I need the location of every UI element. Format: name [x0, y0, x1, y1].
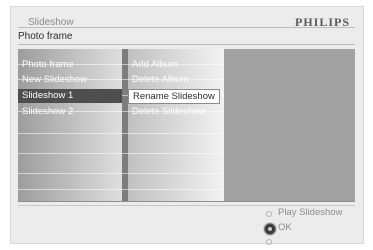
- row-divider: [18, 133, 224, 134]
- play-slideshow-hint: Play Slideshow: [278, 207, 343, 218]
- ok-hint: OK: [278, 222, 292, 233]
- menu-item-slideshow-1[interactable]: Slideshow 1: [18, 89, 122, 103]
- nav-up-indicator-icon: [266, 211, 272, 217]
- breadcrumb: Photo frame: [18, 31, 73, 42]
- nav-down-indicator-icon: [266, 239, 272, 245]
- context-item-delete-slideshow[interactable]: Delete Slideshow: [132, 105, 205, 119]
- header-divider: [18, 27, 355, 28]
- row-divider: [18, 173, 224, 174]
- row-divider: [18, 189, 224, 190]
- context-item-delete-album[interactable]: Delete Album: [132, 73, 189, 87]
- menu-item-photo-frame[interactable]: Photo frame: [22, 58, 74, 72]
- screen: Slideshow PHILIPS Photo frame Photo fram…: [0, 0, 373, 250]
- row-divider: [18, 153, 224, 154]
- menu-item-slideshow-2[interactable]: Slideshow 2: [22, 105, 73, 119]
- preview-area: [224, 49, 355, 201]
- ok-button-icon: [264, 223, 276, 235]
- context-item-rename-slideshow[interactable]: Rename Slideshow: [128, 89, 220, 104]
- breadcrumb-divider: [18, 44, 355, 45]
- menu-panel: Photo frame New Slideshow Slideshow 1 Sl…: [18, 49, 355, 202]
- footer-divider: [18, 205, 355, 206]
- menu-item-new-slideshow[interactable]: New Slideshow: [22, 73, 87, 87]
- context-item-add-album[interactable]: Add Album: [132, 58, 178, 72]
